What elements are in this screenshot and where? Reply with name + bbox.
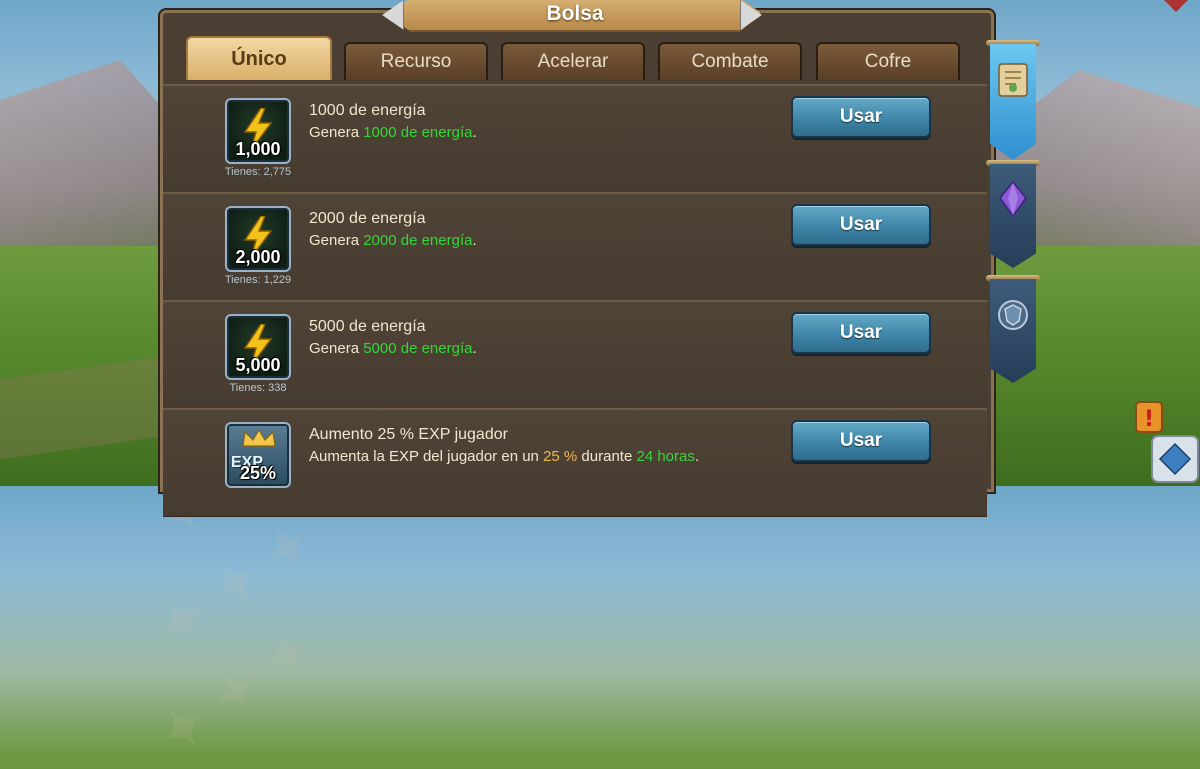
item-quantity: 1,000 (235, 139, 281, 159)
use-button[interactable]: Usar (791, 420, 931, 462)
item-name: Aumento 25 % EXP jugador (309, 426, 508, 443)
item-description: Genera 1000 de energía. (309, 124, 477, 141)
use-button[interactable]: Usar (791, 312, 931, 354)
item-name: 1000 de energía (309, 102, 426, 119)
category-tabs: Único Recurso Acelerar Combate Cofre (186, 36, 966, 80)
list-item: ✦ ✦ ✦ 5,000 Tienes: 338 5000 de energía … (146, 300, 987, 660)
crown-icon (242, 428, 276, 447)
side-tab-gem[interactable] (986, 160, 1040, 268)
list-item: ✦ ✦ ✦ 1,000 Tienes: 2,775 1000 de energí… (146, 84, 987, 444)
tab-unico[interactable]: Único (186, 36, 332, 80)
window-title: Bolsa (546, 2, 604, 25)
item-name: 5000 de energía (309, 318, 426, 335)
energy-bolt-icon[interactable]: 5,000 (225, 314, 291, 380)
item-quantity: 2,000 (235, 247, 281, 267)
side-tab-scroll[interactable] (986, 40, 1040, 160)
item-description: Genera 5000 de energía. (309, 340, 477, 357)
energy-bolt-icon[interactable]: 1,000 (225, 98, 291, 164)
owned-count: Tienes: 2,775 (224, 166, 292, 178)
list-item: ✦ ✦ ✦ 2,000 Tienes: 1,229 2000 de energí… (146, 192, 987, 552)
svg-text:!: ! (1144, 407, 1154, 432)
alert-notification-icon[interactable]: ! (1130, 396, 1200, 486)
use-button[interactable]: Usar (791, 96, 931, 138)
window-title-banner: Bolsa (388, 0, 762, 32)
item-list: ✦ ✦ ✦ 1,000 Tienes: 2,775 1000 de energí… (146, 84, 987, 768)
tab-cofre[interactable]: Cofre (816, 42, 960, 80)
item-name: 2000 de energía (309, 210, 426, 227)
scroll-map-icon (998, 63, 1028, 97)
exp-boost-icon[interactable]: EXP 25% (225, 422, 291, 488)
corner-marker-icon (1164, 0, 1188, 12)
item-quantity: 5,000 (235, 355, 281, 375)
purple-gem-icon (999, 180, 1027, 218)
tab-combate[interactable]: Combate (658, 42, 802, 80)
owned-count: Tienes: 338 (229, 382, 287, 394)
use-button[interactable]: Usar (791, 204, 931, 246)
tab-acelerar[interactable]: Acelerar (501, 42, 645, 80)
item-quantity: 25% (239, 463, 277, 483)
item-description: Aumenta la EXP del jugador en un 25 % du… (309, 448, 700, 465)
list-item: ✦ ✦ ✦ EXP 25% Aumento 25 % EXP jugador A… (146, 408, 987, 768)
owned-count: Tienes: 1,229 (224, 274, 292, 286)
side-tab-shield[interactable] (986, 275, 1040, 383)
item-description: Genera 2000 de energía. (309, 232, 477, 249)
energy-bolt-icon[interactable]: 2,000 (225, 206, 291, 272)
shield-emblem-icon (998, 300, 1028, 330)
tab-recurso[interactable]: Recurso (344, 42, 488, 80)
